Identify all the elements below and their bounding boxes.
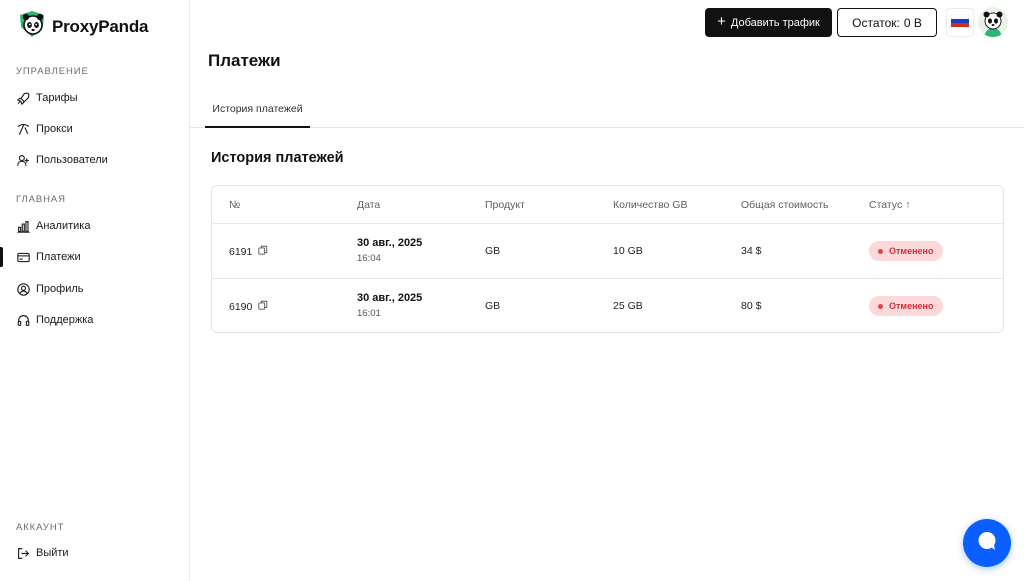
status-badge: Отменено — [869, 241, 944, 261]
bar-chart-icon — [16, 219, 30, 233]
sidebar-item-analytics[interactable]: Аналитика — [0, 214, 189, 238]
section-heading: История платежей — [211, 150, 344, 166]
panda-logo-icon — [18, 11, 46, 42]
payment-datetime: 30 авг., 2025 16:04 — [357, 237, 422, 264]
payment-amount: 10 GB — [613, 245, 643, 257]
logo[interactable]: ProxyPanda — [18, 11, 148, 42]
column-header-amount[interactable]: Количество GB — [613, 199, 687, 211]
sidebar-item-label: Профиль — [36, 283, 84, 295]
balance-label: Остаток: — [852, 15, 900, 30]
chat-button[interactable] — [963, 519, 1011, 567]
language-switcher[interactable] — [946, 8, 974, 37]
sidebar-item-users[interactable]: Пользователи — [0, 148, 189, 172]
sidebar-item-label: Прокси — [36, 123, 73, 135]
sidebar-item-label: Поддержка — [36, 314, 94, 326]
balance-value: 0 B — [903, 15, 922, 30]
add-traffic-button[interactable]: + Добавить трафик — [705, 8, 832, 37]
column-header-total[interactable]: Общая стоимость — [741, 199, 829, 211]
tabs: История платежей — [190, 96, 1024, 128]
wallet-icon — [16, 250, 30, 264]
brand-name: ProxyPanda — [52, 16, 149, 36]
sidebar-item-profile[interactable]: Профиль — [0, 277, 189, 301]
avatar[interactable] — [978, 7, 1008, 37]
add-traffic-label: Добавить трафик — [730, 16, 820, 29]
headset-icon — [16, 313, 30, 327]
sidebar-item-tariffs[interactable]: Тарифы — [0, 86, 189, 110]
balance-indicator[interactable]: Остаток: 0 B — [837, 8, 937, 37]
payment-id: 6191 — [229, 245, 253, 258]
table-header: № Дата Продукт Количество GB Общая стоим… — [212, 186, 1003, 224]
payment-date: 30 авг., 2025 — [357, 237, 423, 249]
status-dot — [878, 303, 883, 309]
payment-amount: 25 GB — [613, 300, 643, 312]
table-row[interactable]: 6191 30 авг., 2025 16:04 GB 10 GB 34 $ О… — [212, 224, 1003, 279]
payment-datetime: 30 авг., 2025 16:01 — [357, 292, 422, 319]
status-label: Отменено — [889, 246, 934, 256]
user-circle-icon — [16, 282, 30, 296]
column-header-date[interactable]: Дата — [357, 199, 380, 211]
payment-product: GB — [485, 300, 501, 312]
sort-arrow-up-icon: ↑ — [905, 199, 911, 211]
rocket-icon — [16, 91, 30, 105]
column-header-product[interactable]: Продукт — [485, 199, 525, 211]
sidebar-item-label: Аналитика — [36, 220, 91, 232]
payment-time: 16:04 — [357, 253, 381, 264]
logout-icon — [16, 546, 30, 560]
users-icon — [16, 153, 30, 167]
table-row[interactable]: 6190 30 авг., 2025 16:01 GB 25 GB 80 $ О… — [212, 279, 1003, 332]
copy-icon[interactable] — [258, 245, 268, 258]
column-header-status[interactable]: Статус ↑ — [869, 199, 910, 211]
payment-id-cell: 6191 — [229, 245, 268, 258]
section-title-main: ГЛАВНАЯ — [16, 194, 66, 205]
payment-id: 6190 — [229, 300, 253, 313]
sidebar-item-support[interactable]: Поддержка — [0, 308, 189, 332]
status-label: Отменено — [889, 301, 934, 311]
status-dot — [878, 248, 883, 254]
copy-icon[interactable] — [258, 300, 268, 313]
payments-table: № Дата Продукт Количество GB Общая стоим… — [211, 185, 1004, 333]
sidebar-item-payments[interactable]: Платежи — [0, 245, 189, 269]
sidebar-item-logout[interactable]: Выйти — [0, 541, 189, 565]
section-title-account: АККАУНТ — [16, 522, 65, 533]
payment-total: 80 $ — [741, 300, 762, 312]
chat-bubble-icon — [976, 530, 998, 557]
pickaxe-icon — [16, 122, 30, 136]
status-badge: Отменено — [869, 296, 944, 316]
page-title: Платежи — [208, 51, 281, 70]
ru-flag-icon — [950, 14, 970, 32]
section-title-management: УПРАВЛЕНИЕ — [16, 66, 89, 77]
sidebar: ProxyPanda УПРАВЛЕНИЕ Тарифы Прокси Поль… — [0, 0, 190, 581]
sidebar-item-label: Тарифы — [36, 92, 78, 104]
payment-date: 30 авг., 2025 — [357, 292, 423, 304]
plus-icon: + — [717, 13, 726, 30]
payment-total: 34 $ — [741, 245, 762, 257]
tab-payment-history[interactable]: История платежей — [205, 96, 310, 128]
sidebar-item-label: Пользователи — [36, 154, 108, 166]
payment-id-cell: 6190 — [229, 300, 268, 313]
sidebar-item-label: Платежи — [36, 251, 81, 263]
sidebar-item-label: Выйти — [36, 547, 69, 559]
sidebar-item-proxies[interactable]: Прокси — [0, 117, 189, 141]
payment-product: GB — [485, 245, 501, 257]
column-header-status-label: Статус — [869, 199, 903, 211]
column-header-number[interactable]: № — [229, 199, 240, 211]
payment-time: 16:01 — [357, 308, 381, 319]
